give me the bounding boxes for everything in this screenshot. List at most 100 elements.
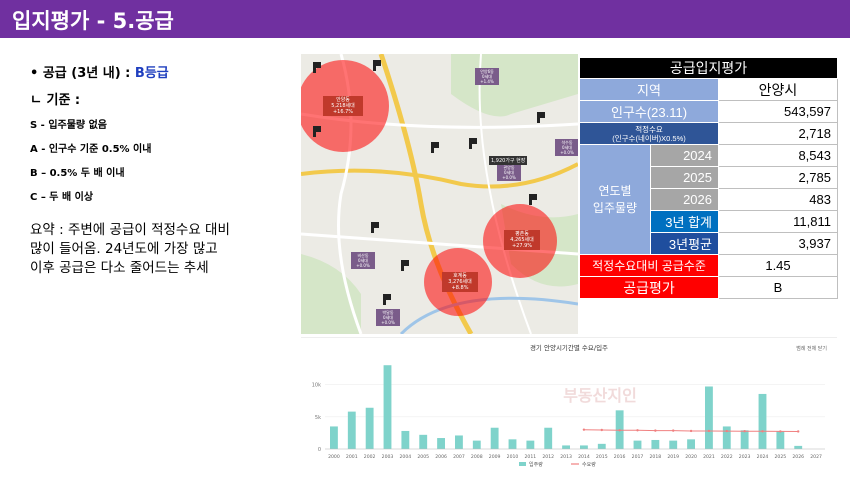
x-tick-label: 2012 [542, 454, 554, 460]
demand-point [582, 428, 586, 431]
bar [758, 393, 767, 449]
summary-line: 요약 : 주변에 공급이 적정수요 대비 [30, 222, 230, 238]
bar [508, 439, 517, 449]
x-tick-label: 2009 [489, 454, 501, 460]
x-tick-label: 2020 [685, 454, 697, 460]
bar [401, 430, 410, 449]
map-bubble-label: 호계동 3,276세대 +8.8% [442, 272, 478, 292]
table-title: 공급입지평가 [579, 57, 838, 79]
x-tick-label: 2003 [382, 454, 394, 460]
bar [347, 411, 356, 449]
criteria-a: A - 인구수 기준 0.5% 이내 [30, 144, 152, 155]
x-tick-label: 2005 [417, 454, 429, 460]
supply-grade-label: 공급평가 [579, 276, 719, 299]
bar [562, 445, 570, 449]
three-year-avg-label: 3년평균 [650, 232, 719, 255]
bar [490, 427, 499, 449]
x-tick-label: 2023 [739, 454, 751, 460]
population-value: 543,597 [718, 100, 838, 123]
supply-evaluation-table: 공급입지평가 지역 안양시 인구수(23.11) 543,597 적정수요 (인구… [579, 57, 838, 299]
y-tick-label: 10k [312, 383, 321, 389]
year-2024-label: 2024 [650, 144, 719, 167]
demand-point [689, 429, 693, 433]
bar [687, 439, 695, 449]
x-tick-label: 2015 [596, 454, 608, 460]
summary-line: 이후 공급은 다소 줄어드는 추세 [30, 260, 209, 276]
x-tick-label: 2013 [560, 454, 572, 460]
demand-point [797, 430, 800, 433]
bar [722, 426, 731, 449]
bar [437, 438, 445, 449]
map-center-label: 1,920가구 현장 [489, 156, 528, 165]
x-tick-label: 2010 [507, 454, 519, 460]
demand-point [618, 429, 621, 432]
x-tick-label: 2002 [364, 454, 376, 460]
x-tick-label: 2025 [775, 454, 787, 460]
demand-value: 2,718 [718, 122, 838, 145]
x-tick-label: 2027 [810, 454, 822, 460]
summary-line: 많이 들어옴. 24년도에 가장 많고 [30, 241, 218, 257]
x-tick-label: 2011 [525, 454, 537, 460]
three-year-avg-value: 3,937 [718, 232, 838, 255]
demand-point [761, 430, 764, 433]
three-year-sum-value: 11,811 [718, 210, 838, 233]
y-tick-label: 0 [318, 447, 321, 453]
x-tick-label: 2022 [721, 454, 733, 460]
region-label: 지역 [579, 78, 719, 101]
year-2025-label: 2025 [650, 166, 719, 189]
supply-ratio-value: 1.45 [718, 254, 838, 277]
demand-point [725, 429, 728, 433]
legend-swatch-supply [519, 462, 526, 466]
map-badge: 비산동 0세대 +0.0% [351, 252, 375, 269]
year-2026-value: 483 [718, 188, 838, 211]
criteria-s: S - 입주물량 없음 [30, 120, 107, 131]
x-tick-label: 2008 [471, 454, 483, 460]
x-tick-label: 2017 [632, 454, 644, 460]
map-badge: 박달동 0세대 +0.0% [376, 309, 400, 326]
x-tick-label: 2007 [453, 454, 465, 460]
supply-map[interactable]: 안양동 5,218세대 +16.7% 평촌동 4,265세대 +27.9% 호계동 3,2… [301, 54, 578, 334]
map-bubble-label: 평촌동 4,265세대 +27.9% [504, 230, 540, 250]
bar [383, 365, 392, 449]
bar [794, 445, 803, 449]
demand-point [654, 429, 657, 432]
demand-point [779, 430, 782, 433]
demand-point [600, 428, 603, 432]
chart-svg: 경기 안양시기간별 수요/입주 범례 전체 닫기부동산지인 0 5k 10k 2000 20… [312, 343, 827, 468]
bar [651, 439, 660, 449]
bar [740, 430, 749, 449]
bar [365, 407, 374, 449]
y-tick-label: 5k [315, 415, 321, 421]
bar [669, 440, 678, 449]
title-bar: 입지평가 - 5.공급 [0, 0, 850, 38]
bar [455, 435, 463, 449]
chart-watermark: 부동산지인 [563, 386, 637, 405]
chart-title: 경기 안양시기간별 수요/입주 [530, 343, 608, 352]
map-badge: 안양6동 0세대 +1.4% [475, 68, 499, 85]
supply-label: • 공급 (3년 내) : [30, 66, 135, 81]
x-tick-label: 2026 [792, 454, 804, 460]
x-tick-label: 2014 [578, 454, 590, 460]
demand-point [707, 429, 711, 433]
supply-ratio-label: 적정수요대비 공급수준 [579, 254, 719, 277]
demand-point [636, 429, 639, 432]
bar [580, 445, 588, 449]
criteria-title: ㄴ 기준 : [30, 93, 81, 108]
supply-demand-chart: 경기 안양시기간별 수요/입주 범례 전체 닫기 부동산지인 0 5k 10k 2000 20… [301, 337, 837, 471]
bar [330, 426, 338, 449]
bar [633, 440, 642, 449]
bar [705, 386, 713, 449]
bar [526, 440, 535, 449]
criteria-b: B – 0.5% 두 배 이내 [30, 168, 125, 179]
year-2025-value: 2,785 [718, 166, 838, 189]
x-tick-label: 2004 [400, 454, 412, 460]
supply-criteria-panel: • 공급 (3년 내) : B등급 ㄴ 기준 : S - 입주물량 없음 A -… [30, 62, 295, 278]
supply-grade-value: B [718, 276, 838, 299]
year-2026-label: 2026 [650, 188, 719, 211]
legend-label-demand: 수요량 [582, 461, 596, 468]
region-value: 안양시 [718, 78, 838, 101]
x-tick-label: 2000 [328, 454, 340, 460]
bar [419, 434, 428, 449]
supply-grade: B등급 [134, 66, 169, 81]
bar [597, 443, 606, 449]
